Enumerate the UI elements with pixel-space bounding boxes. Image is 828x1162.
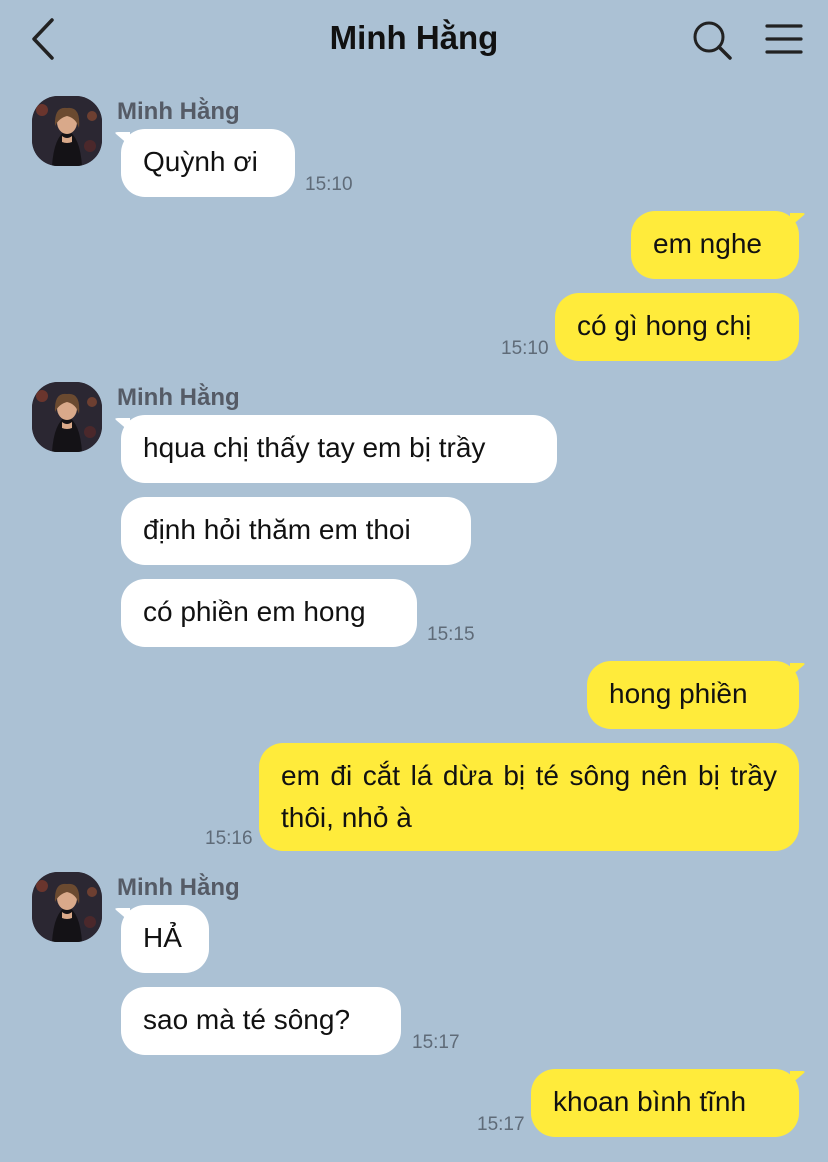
sender-name: Minh Hằng bbox=[117, 874, 240, 901]
menu-icon bbox=[765, 24, 803, 54]
message-bubble-incoming[interactable]: HẢ bbox=[121, 905, 209, 973]
message-bubble-incoming[interactable]: hqua chị thấy tay em bị trầy bbox=[121, 415, 557, 483]
message-time: 15:17 bbox=[477, 1114, 525, 1135]
avatar-photo-icon bbox=[32, 382, 102, 452]
message-bubble-outgoing[interactable]: em nghe bbox=[631, 211, 799, 279]
avatar[interactable] bbox=[32, 872, 102, 942]
message-time: 15:10 bbox=[501, 338, 549, 359]
chat-title: Minh Hằng bbox=[329, 19, 499, 56]
sender-name: Minh Hằng bbox=[117, 98, 240, 125]
avatar-photo-icon bbox=[32, 872, 102, 942]
sender-name: Minh Hằng bbox=[117, 384, 240, 411]
search-icon bbox=[693, 21, 732, 60]
avatar[interactable] bbox=[32, 382, 102, 452]
message-time: 15:15 bbox=[427, 624, 475, 645]
message-bubble-incoming[interactable]: Quỳnh ơi bbox=[121, 129, 295, 197]
avatar[interactable] bbox=[32, 96, 102, 166]
search-button[interactable] bbox=[690, 18, 734, 62]
chat-header: Minh Hằng bbox=[0, 0, 828, 80]
message-bubble-incoming[interactable]: sao mà té sông? bbox=[121, 987, 401, 1055]
message-bubble-incoming[interactable]: có phiền em hong bbox=[121, 579, 417, 647]
back-button[interactable] bbox=[22, 14, 66, 64]
message-bubble-incoming[interactable]: định hỏi thăm em thoi bbox=[121, 497, 471, 565]
message-bubble-outgoing[interactable]: khoan bình tĩnh bbox=[531, 1069, 799, 1137]
avatar-photo-icon bbox=[32, 96, 102, 166]
message-time: 15:10 bbox=[305, 174, 353, 195]
message-time: 15:17 bbox=[412, 1032, 460, 1053]
message-bubble-outgoing[interactable]: em đi cắt lá dừa bị té sông nên bị trầy … bbox=[259, 743, 799, 851]
menu-button[interactable] bbox=[764, 20, 804, 60]
message-bubble-outgoing[interactable]: hong phiền bbox=[587, 661, 799, 729]
chat-screen: Minh Hằng Minh Hằng Quỳnh ơi 15:10 em ng… bbox=[0, 0, 828, 1162]
chevron-left-icon bbox=[32, 18, 54, 60]
message-time: 15:16 bbox=[205, 828, 253, 849]
message-bubble-outgoing[interactable]: có gì hong chị bbox=[555, 293, 799, 361]
